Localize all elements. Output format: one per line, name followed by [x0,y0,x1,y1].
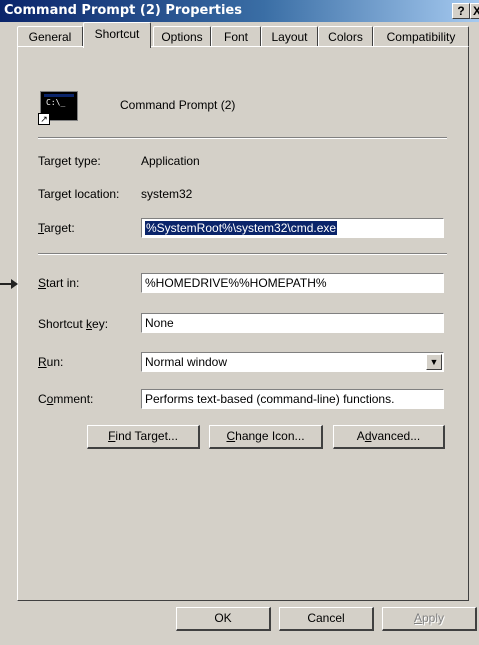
find-target-button[interactable]: Find Target... [87,425,200,449]
annotation-arrow-icon [0,279,18,289]
target-value: %SystemRoot%\system32\cmd.exe [145,221,338,235]
icon-text: C:\_ [46,98,66,107]
close-button[interactable]: X [470,3,479,19]
run-select-value: Normal window [145,355,228,369]
advanced-button[interactable]: Advanced... [333,425,445,449]
tab-options[interactable]: Options [153,26,211,46]
tab-compatibility[interactable]: Compatibility [373,26,469,46]
divider [38,253,447,255]
start-in-input[interactable]: %HOMEDRIVE%%HOMEPATH% [141,273,444,293]
target-type-label: Target type: [38,154,101,168]
window-title: Command Prompt (2) Properties [4,3,242,18]
target-location-value: system32 [141,187,193,201]
tab-layout[interactable]: Layout [261,26,318,46]
target-location-label: Target location: [38,187,120,201]
divider [38,137,447,139]
apply-button[interactable]: Apply [382,607,477,631]
chevron-down-icon[interactable]: ▼ [426,354,442,370]
run-label: Run: [38,355,64,369]
target-type-value: Application [141,154,200,168]
tab-general[interactable]: General [17,26,83,46]
run-select[interactable]: Normal window ▼ [141,352,444,372]
shortcut-overlay-icon: ↗ [38,113,50,125]
tab-shortcut-label: Shortcut [94,27,140,41]
start-in-label: Start in: [38,276,80,290]
target-label: Target: [38,221,75,235]
comment-label: Comment: [38,392,94,406]
change-icon-button[interactable]: Change Icon... [209,425,323,449]
shortcut-name: Command Prompt (2) [120,98,236,112]
title-bar: Command Prompt (2) Properties ? X [0,0,479,22]
shortcut-key-input[interactable]: None [141,313,444,333]
ok-button[interactable]: OK [176,607,271,631]
tab-shortcut[interactable]: Shortcut [83,22,151,48]
help-button[interactable]: ? [452,3,470,19]
shortcut-key-label: Shortcut key: [38,317,109,331]
tab-font[interactable]: Font [211,26,261,46]
tab-colors[interactable]: Colors [318,26,373,46]
comment-input[interactable]: Performs text-based (command-line) funct… [141,389,444,409]
target-input[interactable]: %SystemRoot%\system32\cmd.exe [141,218,444,238]
cancel-button[interactable]: Cancel [279,607,374,631]
